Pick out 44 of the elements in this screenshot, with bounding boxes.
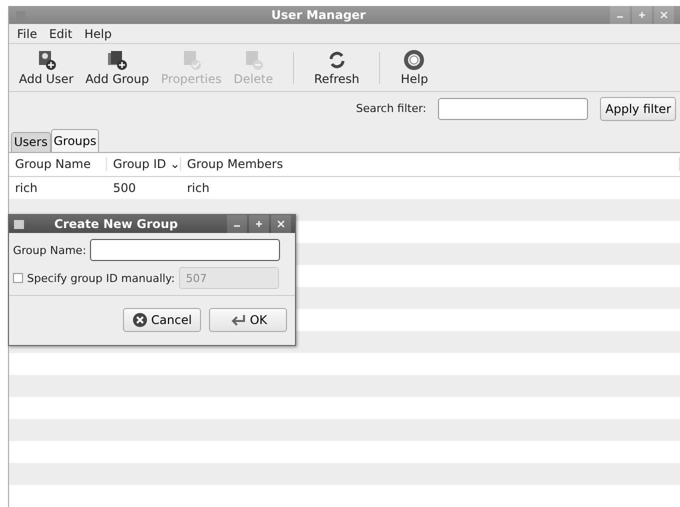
properties-icon xyxy=(181,50,202,70)
group-name-label: Group Name: xyxy=(13,244,86,256)
menu-item[interactable]: Help xyxy=(80,26,116,41)
table-cell-text: rich xyxy=(186,180,210,195)
close-button[interactable] xyxy=(654,6,674,24)
close-icon xyxy=(660,11,668,20)
maximize-button[interactable] xyxy=(249,215,269,233)
close-button[interactable] xyxy=(271,215,291,233)
tab[interactable]: Groups xyxy=(50,128,100,152)
minimize-button[interactable] xyxy=(227,215,247,233)
column-header[interactable]: Group ID ⌄ xyxy=(107,157,181,172)
refresh-icon xyxy=(326,50,347,70)
column-header[interactable]: Group Members xyxy=(181,157,680,172)
search-field[interactable] xyxy=(438,98,588,120)
app-icon xyxy=(13,218,25,230)
table-cell-text: 500 xyxy=(112,180,137,195)
column-header[interactable]: Group Name xyxy=(9,157,107,172)
group-name-field[interactable] xyxy=(90,239,280,261)
toolbar-button[interactable]: Add Group xyxy=(79,48,155,88)
table-cell-text: rich xyxy=(14,180,38,195)
close-icon xyxy=(277,220,285,228)
cancel-button[interactable]: Cancel xyxy=(123,308,201,332)
apply-filter-button[interactable]: Apply filter xyxy=(600,96,676,121)
close-icon xyxy=(132,312,148,328)
checkbox[interactable] xyxy=(13,273,23,283)
minimize-button[interactable] xyxy=(610,6,630,24)
plus-icon xyxy=(255,220,263,228)
delete-icon xyxy=(243,50,264,70)
plus-icon xyxy=(638,11,646,20)
add-user-icon xyxy=(36,50,56,70)
toolbar-button[interactable]: Refresh xyxy=(308,48,366,88)
toolbar-button[interactable]: Help xyxy=(394,48,434,88)
menu-item[interactable]: Edit xyxy=(45,26,76,41)
window-title: User Manager xyxy=(270,8,367,22)
add-group-icon xyxy=(107,50,128,70)
toolbar-button[interactable]: Add User xyxy=(13,48,80,88)
maximize-button[interactable] xyxy=(632,6,652,24)
menu-item[interactable]: File xyxy=(13,26,42,41)
specify-id-label: Specify group ID manually: xyxy=(27,272,175,284)
tab[interactable]: Users xyxy=(11,132,51,152)
search-label: Search filter: xyxy=(356,102,426,116)
ok-button[interactable]: OK xyxy=(209,308,287,332)
dialog-title: Create New Group xyxy=(53,217,179,231)
help-icon xyxy=(404,50,424,70)
